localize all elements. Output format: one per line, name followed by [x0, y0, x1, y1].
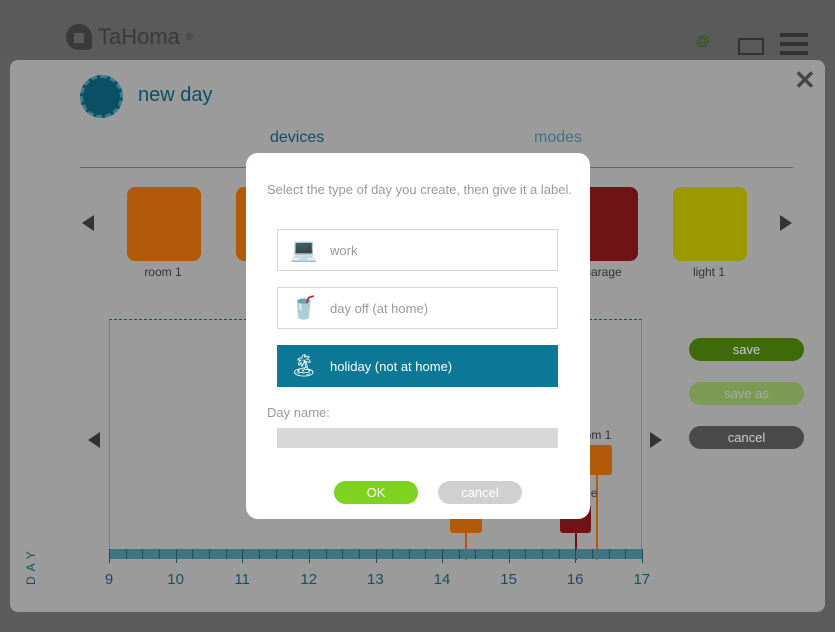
- axis-tick: [592, 549, 594, 559]
- axis-tick: [375, 549, 377, 563]
- axis-tick: [292, 549, 294, 559]
- dialog-cancel-button[interactable]: cancel: [438, 481, 522, 504]
- option-holiday[interactable]: 🏝 holiday (not at home): [277, 345, 558, 387]
- axis-label: DAY: [24, 546, 38, 585]
- device-room-1[interactable]: [127, 187, 201, 261]
- logo: TaHoma ®: [66, 24, 193, 50]
- axis-tick: [392, 549, 394, 559]
- axis-tick: [458, 549, 460, 559]
- axis-tick: [508, 549, 510, 563]
- ok-button[interactable]: OK: [334, 481, 418, 504]
- axis-tick: [208, 549, 210, 559]
- brand-mark: ®: [185, 32, 193, 42]
- day-name-input[interactable]: [277, 428, 558, 448]
- next-day-arrow[interactable]: [650, 432, 662, 448]
- hour-label: 13: [367, 571, 384, 588]
- timeline-axis[interactable]: [109, 549, 643, 563]
- axis-tick: [558, 549, 560, 559]
- device-label: room 1: [144, 265, 182, 279]
- axis-tick: [575, 549, 577, 563]
- brand: TaHoma: [98, 24, 180, 49]
- prev-day-arrow[interactable]: [88, 432, 100, 448]
- mail-icon[interactable]: [738, 38, 764, 55]
- axis-tick: [308, 549, 310, 563]
- hour-label: 15: [500, 571, 517, 588]
- hour-label: 10: [167, 571, 184, 588]
- day-name-label: Day name:: [267, 405, 330, 420]
- hour-label: 16: [566, 571, 584, 588]
- axis-tick: [125, 549, 127, 559]
- hour-label: 9: [104, 571, 114, 588]
- laptop-icon: 💻: [290, 237, 318, 262]
- axis-tick: [142, 549, 144, 559]
- axis-tick: [242, 549, 244, 563]
- option-day-off[interactable]: 🥤 day off (at home): [277, 287, 558, 329]
- at-icon[interactable]: @: [696, 32, 710, 48]
- save-as-button[interactable]: save as: [689, 382, 804, 405]
- tab-modes[interactable]: modes: [534, 129, 582, 147]
- dialog-prompt: Select the type of day you create, then …: [267, 182, 572, 197]
- axis-tick: [225, 549, 227, 559]
- save-button[interactable]: save: [689, 338, 804, 361]
- axis-tick: [158, 549, 160, 559]
- cancel-button[interactable]: cancel: [689, 426, 804, 449]
- axis-tick: [625, 549, 627, 559]
- option-label: holiday (not at home): [330, 358, 453, 374]
- device-light-1[interactable]: [673, 187, 747, 261]
- axis-tick: [358, 549, 360, 559]
- menu-icon[interactable]: [780, 33, 808, 55]
- axis-tick: [408, 549, 410, 559]
- hour-label: 12: [300, 571, 318, 588]
- axis-tick: [492, 549, 494, 559]
- next-devices-arrow[interactable]: [780, 215, 792, 231]
- axis-tick: [442, 549, 444, 563]
- prev-devices-arrow[interactable]: [82, 215, 94, 231]
- hour-label: 11: [234, 571, 250, 588]
- axis-tick: [175, 549, 177, 563]
- axis-tick: [258, 549, 260, 559]
- axis-tick: [192, 549, 194, 559]
- close-icon[interactable]: ✕: [794, 65, 816, 96]
- clock-icon: [80, 75, 123, 118]
- axis-tick: [275, 549, 277, 559]
- drink-icon: 🥤: [290, 295, 318, 320]
- axis-tick: [325, 549, 327, 559]
- hour-label: 14: [433, 571, 451, 588]
- option-work[interactable]: 💻 work: [277, 229, 558, 271]
- page-title: new day: [138, 84, 213, 106]
- tab-devices[interactable]: devices: [270, 129, 324, 147]
- palm-island-icon: 🏝: [290, 353, 318, 378]
- axis-tick: [525, 549, 527, 559]
- axis-tick: [109, 549, 110, 563]
- option-label: day off (at home): [330, 300, 429, 316]
- hour-label: 17: [633, 571, 651, 588]
- device-label: light 1: [692, 265, 726, 279]
- axis-tick: [642, 549, 643, 563]
- axis-tick: [475, 549, 477, 559]
- axis-tick: [542, 549, 544, 559]
- axis-tick: [425, 549, 427, 559]
- option-label: work: [330, 242, 358, 258]
- new-day-dialog: Select the type of day you create, then …: [246, 153, 590, 519]
- axis-tick: [608, 549, 610, 559]
- house-icon: [66, 24, 92, 50]
- axis-tick: [342, 549, 344, 559]
